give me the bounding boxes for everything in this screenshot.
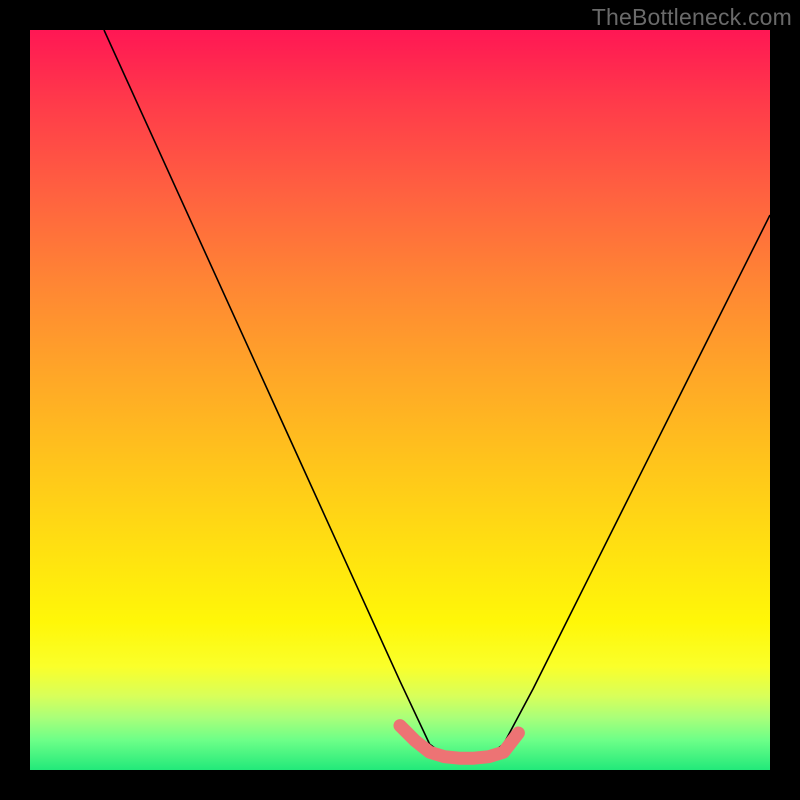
watermark-text: TheBottleneck.com	[592, 4, 792, 31]
bottleneck-chart	[30, 30, 770, 770]
bottleneck-curve	[104, 30, 770, 755]
optimal-region-highlight	[400, 726, 518, 759]
chart-plot-area	[30, 30, 770, 770]
